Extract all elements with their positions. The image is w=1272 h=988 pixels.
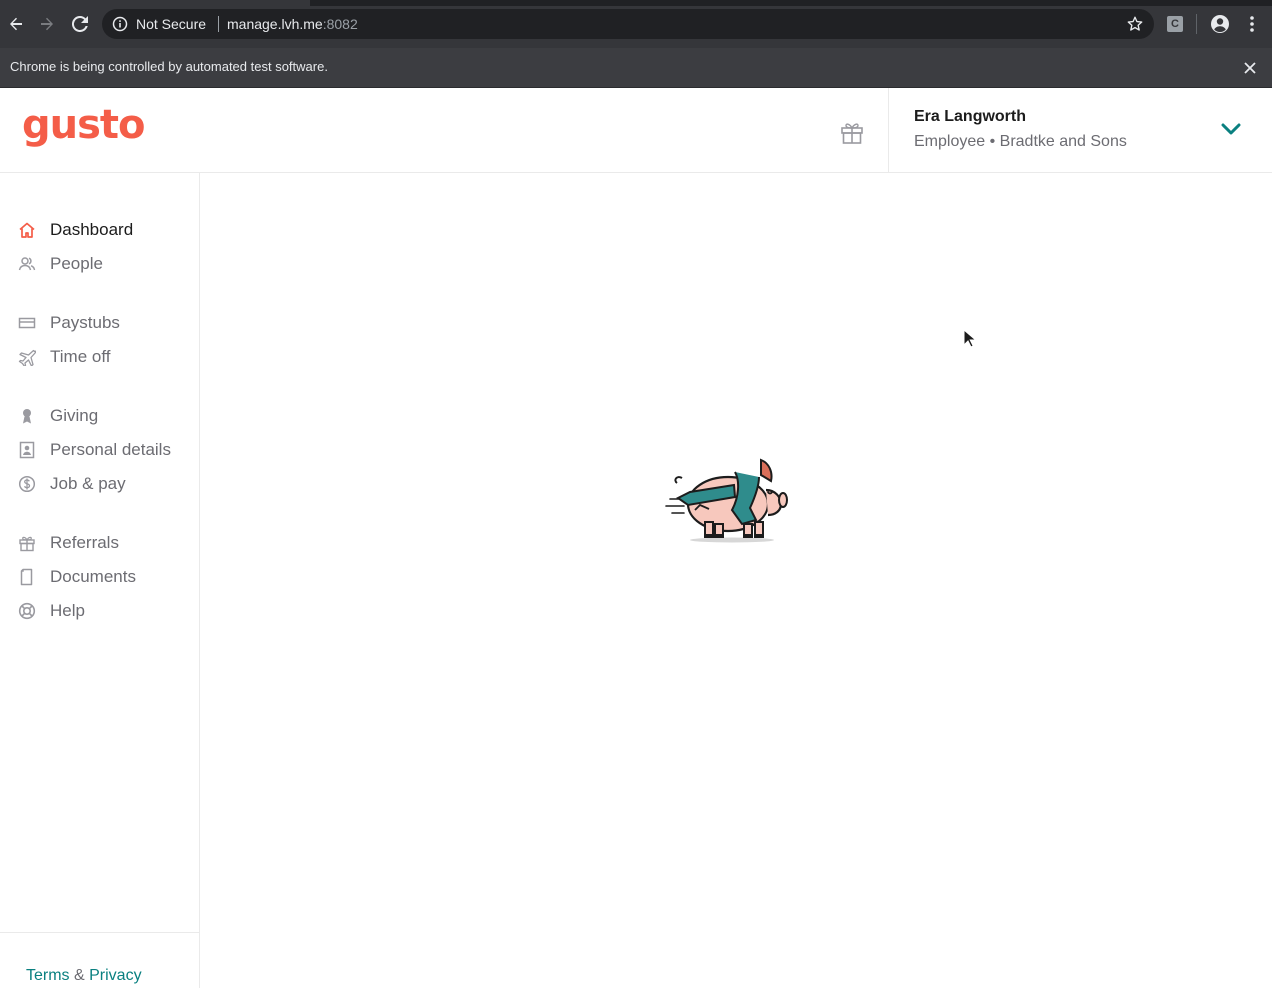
browser-toolbar: Not Secure manage.lvh.me:8082 C bbox=[0, 0, 1272, 48]
id-card-icon bbox=[18, 441, 36, 459]
menu-kebab-icon[interactable] bbox=[1244, 14, 1260, 34]
sidebar-item-label: Help bbox=[50, 601, 85, 620]
sidebar: Dashboard People Paystubs Time off Givin… bbox=[0, 173, 200, 988]
plane-icon bbox=[18, 348, 36, 366]
bookmark-star-icon[interactable] bbox=[1126, 15, 1144, 33]
url-host: manage.lvh.me bbox=[227, 16, 323, 32]
reload-icon bbox=[72, 16, 88, 32]
header-divider bbox=[888, 88, 889, 173]
address-bar[interactable]: Not Secure manage.lvh.me:8082 bbox=[102, 9, 1154, 39]
sidebar-item-label: Personal details bbox=[50, 440, 171, 459]
sidebar-footer-divider bbox=[0, 932, 200, 933]
loading-pig-illustration bbox=[665, 458, 788, 543]
close-icon[interactable] bbox=[1240, 58, 1260, 78]
ribbon-icon bbox=[18, 407, 36, 425]
security-label: Not Secure bbox=[136, 16, 207, 32]
extension-icon[interactable]: C bbox=[1167, 16, 1183, 32]
forward-arrow-icon bbox=[41, 17, 53, 31]
omnibox-separator bbox=[218, 16, 219, 32]
user-role: Employee • Bradtke and Sons bbox=[914, 133, 1127, 150]
sidebar-item-time-off[interactable]: Time off bbox=[18, 344, 110, 370]
sidebar-item-dashboard[interactable]: Dashboard bbox=[18, 217, 133, 243]
forward-button[interactable] bbox=[35, 12, 59, 36]
reload-button[interactable] bbox=[68, 12, 92, 36]
dollar-icon bbox=[18, 475, 36, 493]
active-tab[interactable] bbox=[0, 0, 310, 6]
back-button[interactable] bbox=[4, 12, 28, 36]
gift-icon bbox=[18, 534, 36, 552]
sidebar-item-label: Giving bbox=[50, 406, 99, 425]
toolbar-separator bbox=[1196, 14, 1197, 34]
terms-link[interactable]: Terms bbox=[26, 967, 70, 984]
gusto-logo[interactable]: gusto bbox=[22, 102, 146, 148]
sidebar-item-label: Referrals bbox=[50, 533, 119, 552]
profile-icon[interactable] bbox=[1210, 14, 1230, 34]
sidebar-item-label: Time off bbox=[50, 347, 111, 366]
home-icon bbox=[18, 221, 36, 239]
gift-icon[interactable] bbox=[838, 118, 866, 146]
sidebar-item-people[interactable]: People bbox=[18, 251, 103, 277]
url-port: :8082 bbox=[322, 16, 358, 32]
lifebuoy-icon bbox=[18, 602, 36, 620]
sidebar-item-label: Job & pay bbox=[50, 474, 126, 493]
sidebar-item-paystubs[interactable]: Paystubs bbox=[18, 310, 120, 336]
footer-ampersand: & bbox=[69, 967, 90, 984]
privacy-link[interactable]: Privacy bbox=[89, 967, 141, 984]
sidebar-item-label: People bbox=[50, 254, 103, 273]
sidebar-item-label: Documents bbox=[50, 567, 136, 586]
automation-message: Chrome is being controlled by automated … bbox=[10, 59, 328, 74]
sidebar-item-label: Paystubs bbox=[50, 313, 120, 332]
sidebar-item-job-pay[interactable]: Job & pay bbox=[18, 471, 126, 497]
document-icon bbox=[18, 568, 36, 586]
sidebar-item-referrals[interactable]: Referrals bbox=[18, 530, 119, 556]
tab-strip bbox=[0, 0, 1272, 6]
app-header: gusto Era Langworth Employee • Bradtke a… bbox=[0, 88, 1272, 173]
people-icon bbox=[18, 255, 36, 273]
mouse-cursor-icon bbox=[963, 329, 977, 348]
sidebar-item-label: Dashboard bbox=[50, 220, 134, 239]
back-arrow-icon bbox=[10, 17, 22, 31]
sidebar-item-help[interactable]: Help bbox=[18, 598, 85, 624]
url-text[interactable]: manage.lvh.me:8082 bbox=[227, 16, 358, 32]
sidebar-item-personal-details[interactable]: Personal details bbox=[18, 437, 171, 463]
chevron-down-icon[interactable] bbox=[1220, 120, 1242, 138]
automation-infobar: Chrome is being controlled by automated … bbox=[0, 48, 1272, 88]
sidebar-item-giving[interactable]: Giving bbox=[18, 403, 98, 429]
user-name[interactable]: Era Langworth bbox=[914, 108, 1026, 126]
paystub-icon bbox=[18, 314, 36, 332]
info-icon[interactable] bbox=[112, 16, 128, 32]
sidebar-item-documents[interactable]: Documents bbox=[18, 564, 136, 590]
sidebar-footer: Terms & Privacy bbox=[26, 967, 142, 985]
